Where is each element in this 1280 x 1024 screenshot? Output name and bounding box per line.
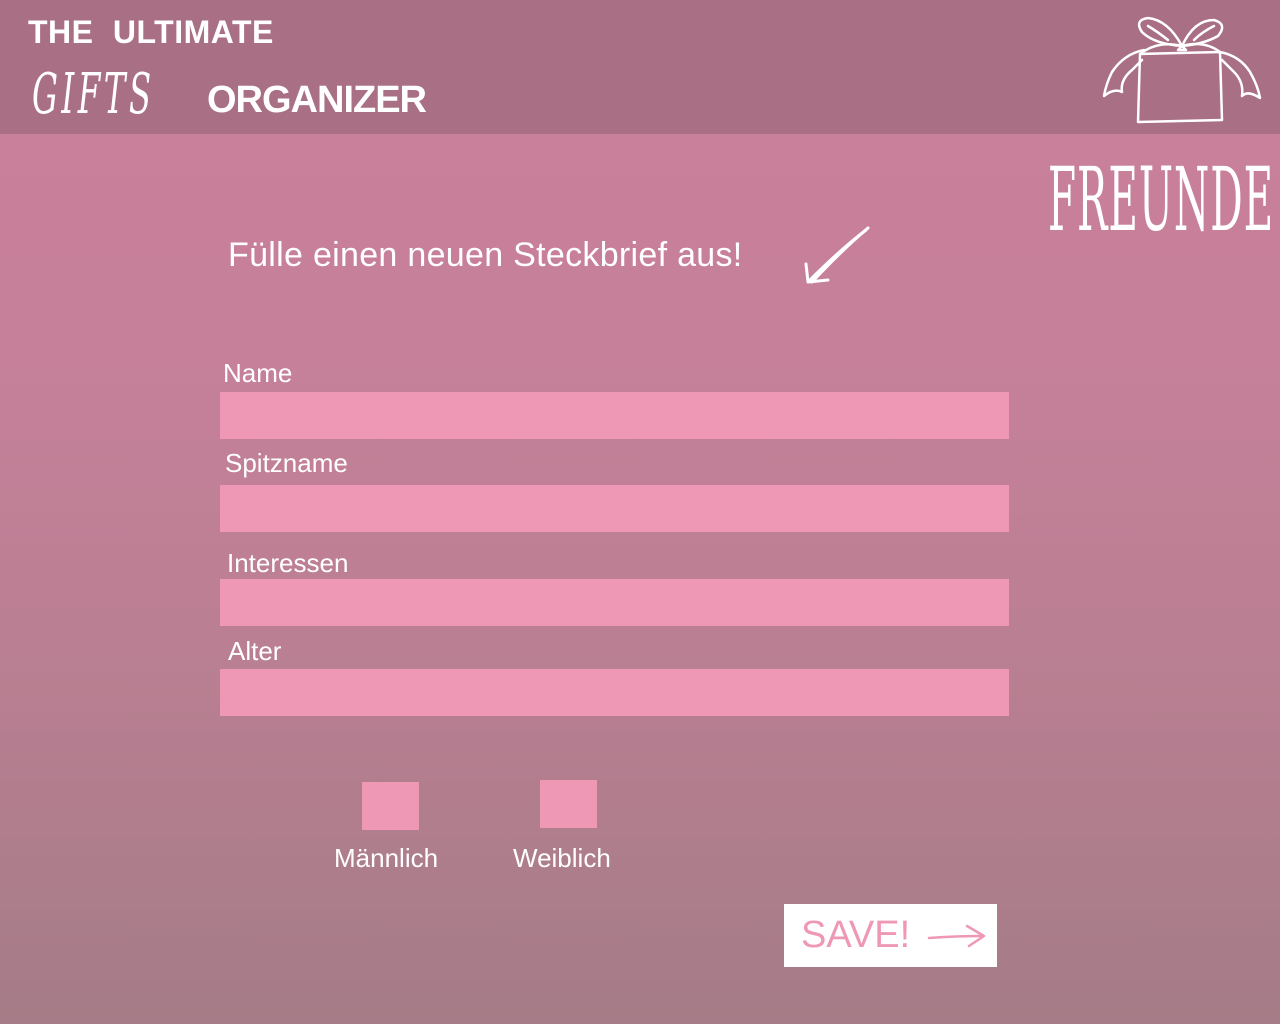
male-checkbox[interactable]	[362, 782, 419, 830]
brand-title-line1: THE ULTIMATE	[28, 14, 274, 50]
page-title: FREUNDE	[1048, 148, 1275, 251]
form-intro: Fülle einen neuen Steckbrief aus!	[228, 236, 743, 274]
nickname-label: Spitzname	[225, 448, 348, 478]
interests-input[interactable]	[220, 579, 1009, 626]
interests-label: Interessen	[227, 548, 349, 578]
save-button-label: SAVE!	[801, 914, 911, 956]
age-input[interactable]	[220, 669, 1009, 716]
name-input[interactable]	[220, 392, 1009, 439]
male-checkbox-label: Männlich	[334, 843, 439, 873]
gift-box-icon	[1102, 16, 1262, 124]
brand-title-organizer: ORGANIZER	[207, 79, 427, 121]
brand-title-gifts: GIFTS	[32, 62, 155, 127]
nickname-input[interactable]	[220, 485, 1009, 532]
app-header: THE ULTIMATE GIFTS ORGANIZER	[0, 0, 1280, 134]
save-button[interactable]: SAVE!	[784, 904, 997, 967]
arrow-right-icon	[927, 924, 986, 948]
age-label: Alter	[228, 636, 282, 666]
arrow-down-left-icon	[804, 226, 870, 284]
female-checkbox-label: Weiblich	[513, 843, 611, 873]
female-checkbox[interactable]	[540, 780, 597, 828]
name-label: Name	[223, 358, 293, 388]
